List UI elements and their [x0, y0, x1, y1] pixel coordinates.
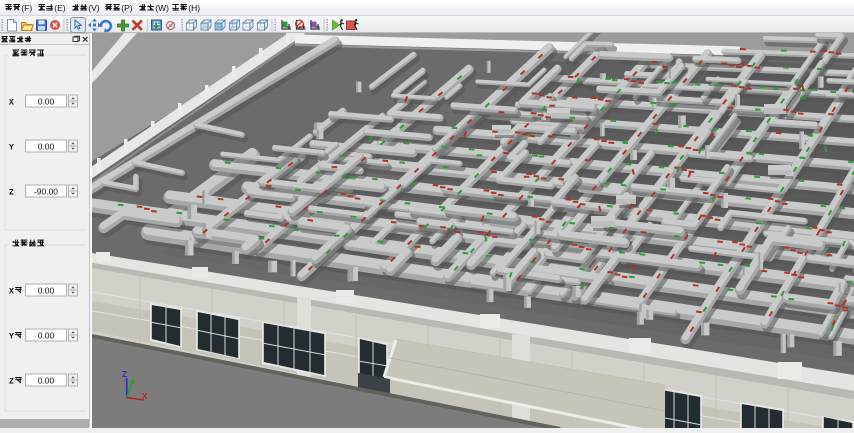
svg-text:Z: Z [122, 370, 127, 379]
svg-text:Y: Y [9, 144, 14, 153]
svg-text:X: X [9, 99, 14, 108]
svg-text:0.00: 0.00 [38, 331, 55, 341]
svg-text:(P): (P) [121, 3, 133, 13]
svg-text:(H): (H) [188, 3, 200, 13]
svg-text:(E): (E) [54, 3, 66, 13]
svg-text:(F): (F) [21, 3, 32, 13]
svg-text:Z: Z [9, 378, 14, 387]
svg-text:0.00: 0.00 [38, 286, 55, 296]
svg-text:X: X [9, 288, 14, 297]
svg-text:Z: Z [9, 189, 14, 198]
svg-text:X: X [142, 392, 148, 401]
svg-text:0.00: 0.00 [38, 142, 55, 152]
svg-text:(W): (W) [155, 3, 169, 13]
svg-text:0.00: 0.00 [38, 97, 55, 107]
svg-text:-90.00: -90.00 [34, 187, 58, 197]
svg-text:(V): (V) [88, 3, 100, 13]
svg-text:0.00: 0.00 [38, 376, 55, 386]
svg-text:Y: Y [9, 333, 14, 342]
